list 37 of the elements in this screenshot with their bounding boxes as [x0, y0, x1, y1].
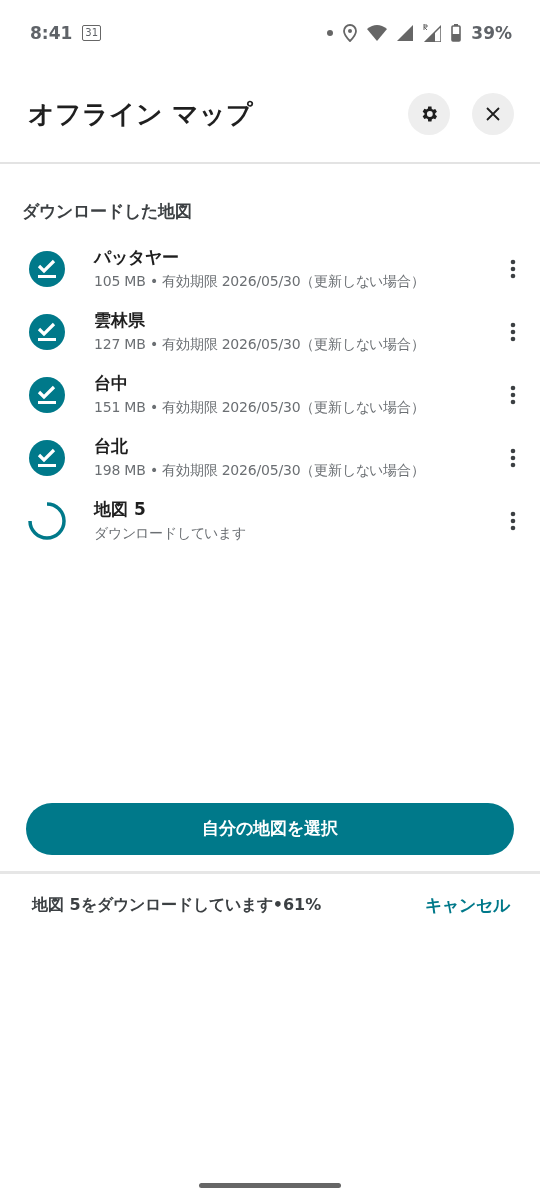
more-icon — [510, 258, 516, 279]
map-name: 雲林県 — [94, 309, 146, 332]
dot-icon — [327, 30, 334, 36]
map-detail: ダウンロードしています — [94, 525, 247, 543]
map-detail: 198 MB • 有効期限 2026/05/30（更新しない場合） — [94, 462, 426, 480]
close-icon — [485, 106, 501, 122]
battery-icon — [451, 24, 462, 42]
progress-spinner-icon — [28, 501, 66, 540]
download-done-icon — [28, 312, 66, 351]
map-detail: 127 MB • 有効期限 2026/05/30（更新しない場合） — [94, 336, 426, 354]
download-done-icon — [28, 249, 66, 288]
map-name: パッタヤー — [94, 246, 180, 269]
settings-button[interactable] — [408, 93, 450, 135]
more-icon — [510, 384, 516, 405]
more-icon — [510, 510, 516, 531]
download-done-icon — [28, 438, 66, 477]
download-done-icon — [28, 375, 66, 414]
map-name: 台北 — [94, 435, 129, 458]
calendar-icon: 31 — [82, 25, 102, 41]
map-name: 台中 — [94, 372, 129, 395]
roaming-signal-icon — [423, 24, 442, 42]
battery-level: 39% — [471, 23, 512, 43]
close-button[interactable] — [472, 93, 514, 135]
download-status: 地図 5をダウンロードしています•61% — [32, 895, 323, 916]
map-detail: 151 MB • 有効期限 2026/05/30（更新しない場合） — [94, 399, 426, 417]
more-icon — [510, 447, 516, 468]
wifi-icon — [367, 25, 388, 41]
cancel-button[interactable]: キャンセル — [425, 894, 510, 917]
signal-icon — [397, 25, 414, 41]
map-detail: 105 MB • 有効期限 2026/05/30（更新しない場合） — [94, 273, 426, 291]
map-name: 地図 5 — [94, 498, 147, 521]
select-map-button[interactable]: 自分の地図を選択 — [26, 802, 514, 855]
more-icon — [510, 321, 516, 342]
page-title: オフライン マップ — [28, 97, 255, 131]
location-icon — [343, 24, 358, 42]
section-title: ダウンロードした地図 — [21, 200, 193, 223]
status-time: 8:41 — [30, 23, 73, 43]
